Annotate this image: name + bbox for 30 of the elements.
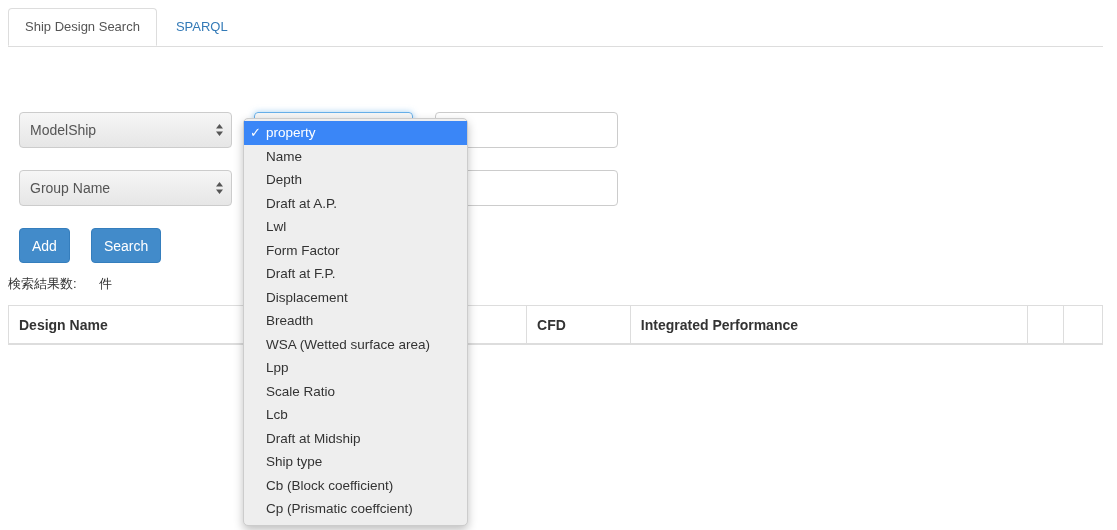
dropdown-option[interactable]: WSA (Wetted surface area) <box>244 332 467 356</box>
dropdown-option[interactable]: Displacement <box>244 285 467 309</box>
column-header: Design Name <box>19 316 108 333</box>
result-count-unit: 件 <box>98 275 112 293</box>
dropdown-option[interactable]: Scale Ratio <box>244 379 467 403</box>
dropdown-option[interactable]: Draft at F.P. <box>244 262 467 286</box>
class-select[interactable]: Group Name <box>19 170 232 206</box>
dropdown-option[interactable]: ✓ property <box>244 121 467 145</box>
check-mark: ✓ <box>250 125 261 141</box>
dropdown-option[interactable]: Cp (Prismatic coeffcient) <box>244 497 467 521</box>
dropdown-option[interactable]: Lwl <box>244 215 467 239</box>
dropdown-option[interactable]: Ship type <box>244 450 467 474</box>
dropdown-option[interactable]: Lpp <box>244 356 467 380</box>
select-arrows-icon <box>216 124 223 136</box>
dropdown-option[interactable]: Cb (Block coefficient) <box>244 473 467 497</box>
result-count-label: 検索結果数: <box>8 275 77 293</box>
dropdown-option[interactable]: Name <box>244 144 467 168</box>
dropdown-option[interactable]: Draft at A.P. <box>244 191 467 215</box>
tab[interactable]: Ship Design Search <box>8 8 157 46</box>
select-arrows-icon <box>216 182 223 194</box>
class-select[interactable]: ModelShip <box>19 112 232 148</box>
action-button[interactable]: Add <box>19 228 70 263</box>
column-header: CFD <box>537 316 566 333</box>
dropdown-option[interactable]: Form Factor <box>244 238 467 262</box>
column-header: Integrated Performance <box>640 316 798 333</box>
dropdown-option[interactable]: Breadth <box>244 309 467 333</box>
action-button[interactable]: Search <box>90 228 162 263</box>
dropdown-option[interactable]: Depth <box>244 168 467 192</box>
dropdown-option[interactable]: Lcb <box>244 403 467 427</box>
dropdown-option[interactable]: Draft at Midship <box>244 426 467 450</box>
